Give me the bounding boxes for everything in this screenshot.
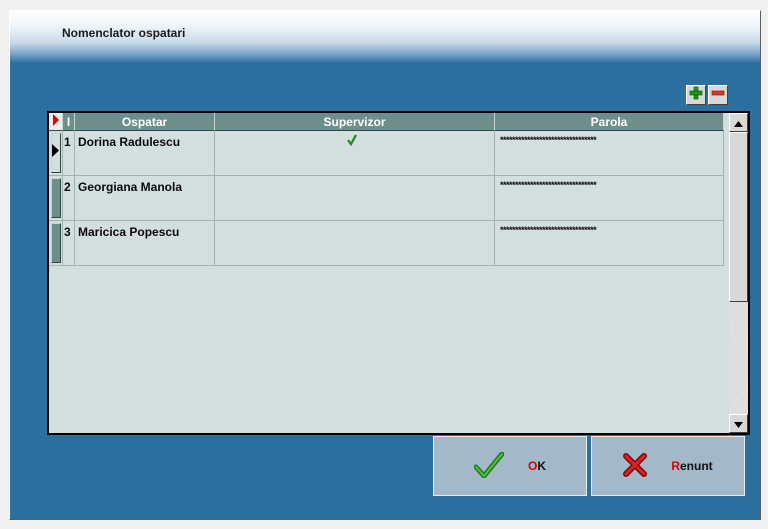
ospatar-cell[interactable]: Georgiana Manola bbox=[75, 176, 215, 220]
row-indicator[interactable] bbox=[49, 131, 63, 175]
id-cell[interactable]: 2 bbox=[63, 176, 75, 220]
add-row-button[interactable] bbox=[686, 85, 706, 105]
supervizor-cell[interactable] bbox=[215, 221, 495, 265]
table-row[interactable]: 2 Georgiana Manola *********************… bbox=[49, 176, 724, 221]
plus-icon bbox=[689, 86, 703, 105]
column-header-parola[interactable]: Parola bbox=[495, 113, 724, 131]
remove-row-button[interactable] bbox=[708, 85, 728, 105]
cancel-button[interactable]: Renunt bbox=[591, 436, 745, 496]
ospatari-grid[interactable]: I Ospatar Supervizor Parola 1 Dorina Rad… bbox=[47, 111, 750, 435]
dialog-window: Nomenclator ospatari I Ospatar Supervizo… bbox=[9, 10, 761, 520]
id-cell[interactable]: 1 bbox=[63, 131, 75, 175]
arrow-up-icon bbox=[734, 114, 743, 132]
parola-cell[interactable]: ******************************** bbox=[495, 131, 724, 175]
row-indicator[interactable] bbox=[49, 221, 63, 265]
current-row-red-arrow-icon bbox=[52, 113, 60, 130]
minus-icon bbox=[711, 86, 725, 105]
current-row-arrow-icon bbox=[52, 144, 59, 160]
vertical-scrollbar[interactable] bbox=[729, 113, 748, 433]
column-header-supervizor[interactable]: Supervizor bbox=[215, 113, 495, 131]
column-header-id[interactable]: I bbox=[63, 113, 75, 131]
row-indicator[interactable] bbox=[49, 176, 63, 220]
dialog-title: Nomenclator ospatari bbox=[62, 26, 186, 40]
table-row[interactable]: 1 Dorina Radulescu *********************… bbox=[49, 131, 724, 176]
ospatar-cell[interactable]: Dorina Radulescu bbox=[75, 131, 215, 175]
scroll-down-button[interactable] bbox=[729, 414, 748, 433]
ospatar-cell[interactable]: Maricica Popescu bbox=[75, 221, 215, 265]
header-row-indicator bbox=[49, 113, 63, 131]
ok-button[interactable]: OK bbox=[433, 436, 587, 496]
ok-label: OK bbox=[527, 459, 546, 473]
parola-cell[interactable]: ******************************** bbox=[495, 176, 724, 220]
column-header-ospatar[interactable]: Ospatar bbox=[75, 113, 215, 131]
supervizor-cell[interactable] bbox=[215, 131, 495, 175]
supervizor-cell[interactable] bbox=[215, 176, 495, 220]
arrow-down-icon bbox=[734, 415, 743, 433]
id-cell[interactable]: 3 bbox=[63, 221, 75, 265]
x-cross-icon bbox=[623, 452, 648, 480]
renunt-label: Renunt bbox=[671, 459, 713, 473]
scroll-thumb[interactable] bbox=[729, 132, 748, 302]
table-row[interactable]: 3 Maricica Popescu *********************… bbox=[49, 221, 724, 266]
checkmark-icon bbox=[473, 451, 505, 481]
check-icon bbox=[347, 134, 357, 149]
parola-cell[interactable]: ******************************** bbox=[495, 221, 724, 265]
title-band: Nomenclator ospatari bbox=[10, 11, 760, 63]
scroll-up-button[interactable] bbox=[729, 113, 748, 132]
